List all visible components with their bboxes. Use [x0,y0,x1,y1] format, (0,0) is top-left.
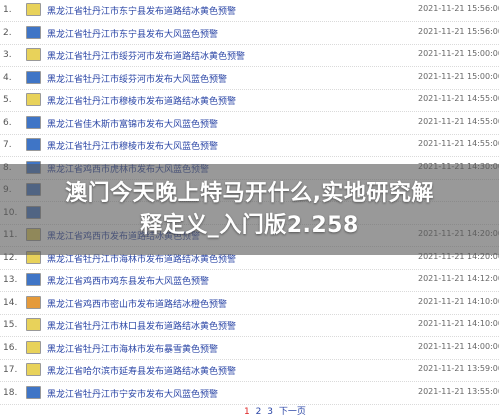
item-number: 16. [3,342,18,353]
list-item[interactable]: 16. 黑龙江省牡丹江市海林市发布暴雪黄色预警 2021-11-21 14:00:0… [0,338,499,360]
warning-date: 2021-11-21 13:55:00 [418,386,499,396]
warning-date: 2021-11-21 14:10:00 [418,319,499,328]
next-page-link[interactable]: 下一页 [279,407,306,417]
item-number: 17. [3,365,18,375]
warning-level-icon [26,138,41,151]
overlay-banner: 澳门今天晚上特马开什么,实地研究解 释定义_入门版2.258 [0,164,499,255]
warning-date: 2021-11-21 14:00:00 [418,341,499,351]
warning-title-link[interactable]: 黑龙江省牡丹江市林口县发布道路结冰黄色预警 [47,319,236,332]
warning-level-icon [26,363,41,376]
list-item[interactable]: 14. 黑龙江省鸡西市密山市发布道路结冰橙色预警 2021-11-21 14:10:… [0,293,499,315]
list-item[interactable]: 2. 黑龙江省牡丹江市东宁县发布大风蓝色预警 2021-11-21 15:56:00 [0,23,499,45]
page-1-link[interactable]: 1 [244,407,250,417]
warning-date: 2021-11-21 15:00:00 [418,49,499,58]
item-number: 6. [3,117,12,128]
warning-level-icon [26,48,41,61]
warning-level-icon [26,340,41,354]
item-number: 1. [3,5,12,15]
item-number: 14. [3,297,18,308]
warning-level-icon [26,3,41,16]
warning-level-icon [26,93,41,106]
list-item[interactable]: 13. 黑龙江省鸡西市鸡东县发布大风蓝色预警 2021-11-21 14:12:00 [0,270,499,292]
list-item[interactable]: 17. 黑龙江省哈尔滨市延寿县发布道路结冰黄色预警 2021-11-21 13:59… [0,360,499,382]
warning-level-icon [26,385,41,399]
warning-title-link[interactable]: 黑龙江省牡丹江市穆棱市发布大风蓝色预警 [47,139,218,152]
warning-title-link[interactable]: 黑龙江省牡丹江市绥芬河市发布大风蓝色预警 [47,72,227,85]
warning-title-link[interactable]: 黑龙江省牡丹江市绥芬河市发布道路结冰黄色预警 [47,49,245,62]
item-number: 13. [3,275,18,285]
list-item[interactable]: 1. 黑龙江省牡丹江市东宁县发布道路结冰黄色预警 2021-11-21 15:56:… [0,0,499,22]
warning-date: 2021-11-21 14:55:00 [418,116,499,126]
warning-title-link[interactable]: 黑龙江省牡丹江市东宁县发布大风蓝色预警 [47,27,218,40]
warning-level-icon [26,70,41,84]
warning-title-link[interactable]: 黑龙江省牡丹江市海林市发布暴雪黄色预警 [47,342,218,355]
warning-title-link[interactable]: 黑龙江省鸡西市鸡东县发布大风蓝色预警 [47,274,209,287]
list-item[interactable]: 3. 黑龙江省牡丹江市绥芬河市发布道路结冰黄色预警 2021-11-21 15:00… [0,45,499,67]
warning-title-link[interactable]: 黑龙江省佳木斯市富锦市发布大风蓝色预警 [47,117,218,130]
warning-level-icon [26,273,41,286]
warning-date: 2021-11-21 14:55:00 [418,139,499,148]
warning-date: 2021-11-21 13:59:00 [418,364,499,373]
banner-line-1: 澳门今天晚上特马开什么,实地研究解 [65,181,434,206]
warning-date: 2021-11-21 14:10:00 [418,296,499,306]
warning-date: 2021-11-21 15:56:00 [418,4,499,13]
warning-date: 2021-11-21 15:56:00 [418,26,499,36]
item-number: 18. [3,387,18,398]
banner-line-2: 释定义_入门版2.258 [140,213,359,238]
banner-headline: 澳门今天晚上特马开什么,实地研究解 释定义_入门版2.258 [0,178,499,242]
page-3-link[interactable]: 3 [267,407,273,417]
warning-level-icon [26,318,41,331]
warning-level-icon [26,115,41,129]
item-number: 4. [3,72,12,83]
warning-level-icon [26,295,41,309]
warning-title-link[interactable]: 黑龙江省牡丹江市穆棱市发布道路结冰黄色预警 [47,94,236,107]
warning-title-link[interactable]: 黑龙江省牡丹江市东宁县发布道路结冰黄色预警 [47,4,236,17]
warning-level-icon [26,25,41,39]
warning-title-link[interactable]: 黑龙江省哈尔滨市延寿县发布道路结冰黄色预警 [47,364,236,377]
warning-title-link[interactable]: 黑龙江省牡丹江市宁安市发布大风蓝色预警 [47,387,218,400]
item-number: 5. [3,95,12,105]
warning-date: 2021-11-21 14:55:00 [418,94,499,103]
item-number: 15. [3,320,18,330]
warning-date: 2021-11-21 15:00:00 [418,71,499,81]
pagination: 1 2 3 下一页 [244,404,309,417]
list-item[interactable]: 4. 黑龙江省牡丹江市绥芬河市发布大风蓝色预警 2021-11-21 15:00:0… [0,68,499,90]
list-item[interactable]: 18. 黑龙江省牡丹江市宁安市发布大风蓝色预警 2021-11-21 13:55:0… [0,383,499,405]
item-number: 2. [3,27,12,38]
list-item[interactable]: 5. 黑龙江省牡丹江市穆棱市发布道路结冰黄色预警 2021-11-21 14:55:… [0,90,499,112]
warning-date: 2021-11-21 14:12:00 [418,274,499,283]
list-item[interactable]: 7. 黑龙江省牡丹江市穆棱市发布大风蓝色预警 2021-11-21 14:55:00 [0,135,499,157]
list-item[interactable]: 15. 黑龙江省牡丹江市林口县发布道路结冰黄色预警 2021-11-21 14:10… [0,315,499,337]
page-2-link[interactable]: 2 [256,407,262,417]
warning-title-link[interactable]: 黑龙江省鸡西市密山市发布道路结冰橙色预警 [47,297,227,310]
list-item[interactable]: 6. 黑龙江省佳木斯市富锦市发布大风蓝色预警 2021-11-21 14:55:00 [0,113,499,135]
item-number: 3. [3,50,12,60]
item-number: 7. [3,140,12,150]
